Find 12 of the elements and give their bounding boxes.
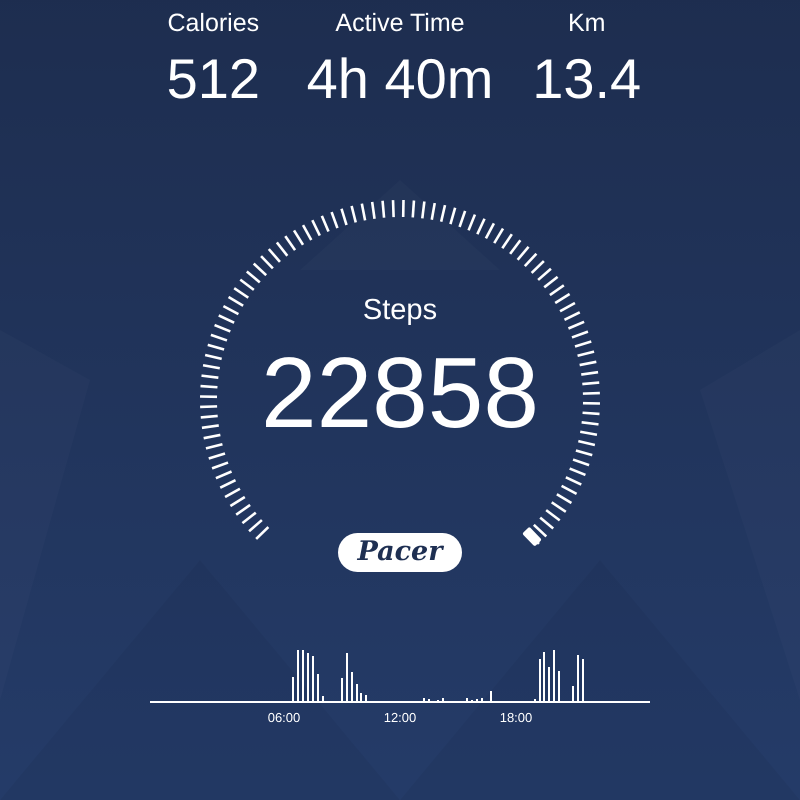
logo: Pacer: [338, 533, 462, 572]
stat-label: Km: [568, 8, 606, 38]
stat-value: 512: [166, 48, 260, 110]
stat-label: Calories: [167, 8, 260, 38]
steps-count: 22858: [260, 338, 540, 448]
stat-label: Active Time: [335, 8, 465, 38]
time-label: 06:00: [268, 710, 300, 725]
stat-value: 13.4: [532, 48, 642, 110]
time-label: 12:00: [384, 710, 416, 725]
stat-value: 4h 40m: [306, 48, 494, 110]
steps-label: Steps: [362, 293, 438, 327]
time-label: 18:00: [500, 710, 532, 725]
